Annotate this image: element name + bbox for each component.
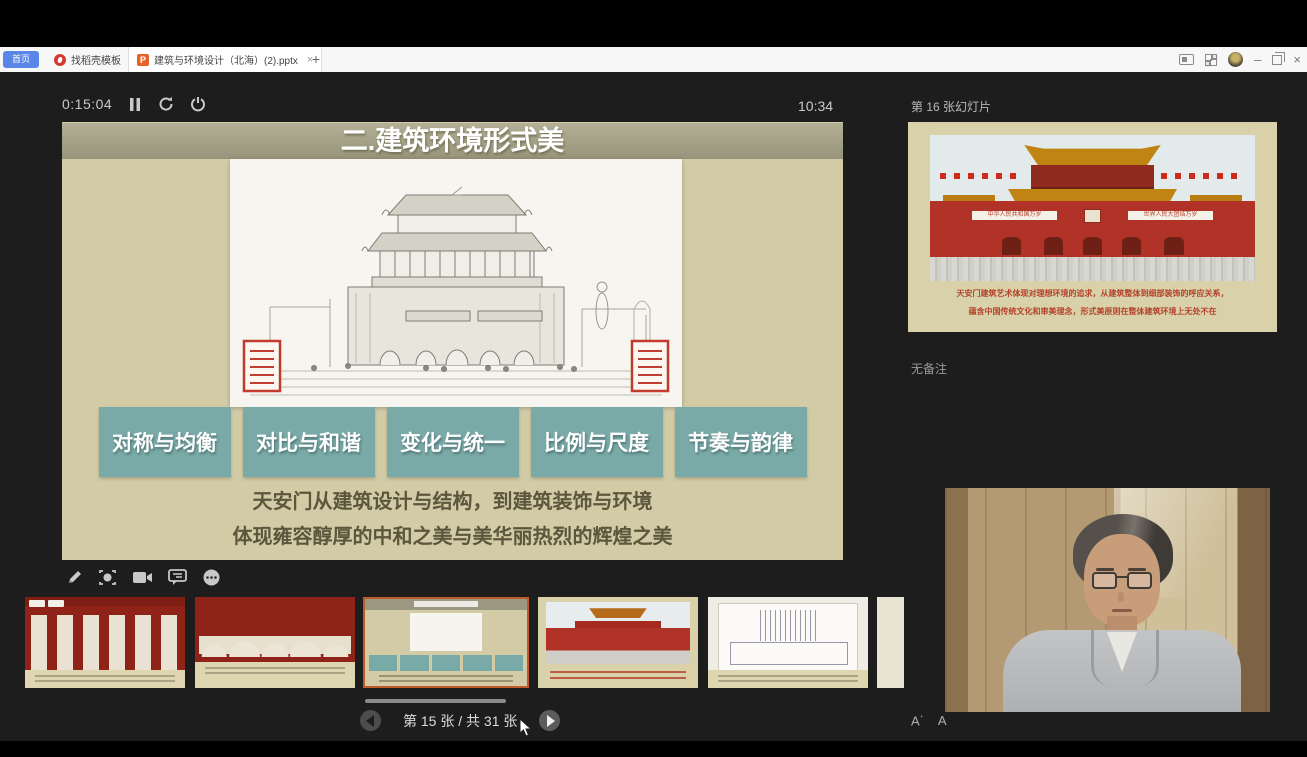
- font-decrease-button[interactable]: A: [938, 713, 947, 728]
- presenter-face: [1084, 534, 1160, 626]
- stone-pillars-photo: [25, 597, 185, 670]
- ppt-file-icon: P: [137, 54, 149, 66]
- wall-clock: 10:34: [798, 98, 833, 114]
- previous-slide-button[interactable]: [360, 710, 381, 731]
- annotation-toolbar: [66, 568, 221, 587]
- keyword-contrast: 对比与和谐: [243, 407, 375, 477]
- keyword-symmetry: 对称与均衡: [99, 407, 231, 477]
- docer-icon: [54, 54, 66, 66]
- thumbnail-slide-15-current[interactable]: [363, 597, 529, 688]
- thumbnail-slide-16[interactable]: [538, 597, 698, 688]
- mini-tiananmen-photo: [546, 602, 690, 664]
- pause-icon[interactable]: [128, 97, 142, 112]
- keyword-rhythm: 节奏与韵律: [675, 407, 807, 477]
- arch: [1044, 237, 1064, 255]
- notes-font-controls: A⁺ A: [911, 713, 947, 728]
- upper-roof: [1024, 145, 1161, 165]
- lower-roof: [1008, 189, 1177, 201]
- preview-caption-line1: 天安门建筑艺术体现对理想环境的追求，从建筑整体到细部装饰的呼应关系，: [908, 288, 1277, 299]
- elapsed-timer: 0:15:04: [62, 96, 112, 112]
- thumbnail-slide-14[interactable]: [195, 597, 355, 688]
- minimize-button[interactable]: –: [1254, 47, 1261, 72]
- crowd-square: [930, 257, 1255, 281]
- banner-right: 世界人民大团结万岁: [1128, 211, 1213, 220]
- notes-placeholder[interactable]: 无备注: [911, 360, 947, 377]
- more-options-icon[interactable]: [202, 568, 221, 587]
- thumbnail-slide-18-partial[interactable]: [877, 597, 904, 688]
- avatar[interactable]: [1228, 52, 1243, 67]
- presenter-jacket: [1003, 630, 1241, 712]
- document-tab[interactable]: P 建筑与环境设计（北海）(2).pptx ×: [128, 47, 322, 72]
- thumbnail-caption: [25, 670, 185, 688]
- red-seal-right: [632, 341, 668, 391]
- browser-tab-bar: 首页 找稻壳模板 P 建筑与环境设计（北海）(2).pptx × + – ×: [0, 47, 1307, 72]
- portrait: [1084, 209, 1100, 223]
- home-tab[interactable]: 首页: [3, 51, 39, 68]
- next-slide-button[interactable]: [539, 710, 560, 731]
- camera-icon[interactable]: [132, 570, 153, 585]
- thumbnail-caption: [708, 670, 868, 688]
- grid-view-icon[interactable]: [1205, 54, 1217, 66]
- preview-caption-line2: 蕴含中国传统文化和审美理念，形式美原则在整体建筑环境上无处不在: [908, 306, 1277, 317]
- flags-right-icon: [1161, 173, 1246, 183]
- close-window-button[interactable]: ×: [1293, 47, 1301, 72]
- restart-timer-icon[interactable]: [158, 96, 174, 112]
- comment-icon[interactable]: [168, 569, 187, 586]
- mini-red-caption: [550, 671, 686, 683]
- docer-tab-label: 找稻壳模板: [71, 52, 121, 67]
- presenter-webcam-video: [945, 488, 1270, 712]
- mini-title-band: [365, 599, 527, 610]
- thumbnail-caption: [195, 662, 355, 688]
- flags-left-icon: [940, 173, 1025, 183]
- laser-pointer-icon[interactable]: [98, 569, 117, 586]
- thumbnail-scrollbar[interactable]: [365, 699, 506, 703]
- docer-template-tab[interactable]: 找稻壳模板: [46, 47, 129, 72]
- presenter-view: 0:15:04 10:34 二.建筑环境形式美: [0, 72, 1307, 741]
- window-controls: – ×: [1179, 47, 1301, 72]
- upper-hall: [1031, 165, 1155, 191]
- next-slide-label: 第 16 张幻灯片: [911, 98, 991, 115]
- mouse-cursor: [519, 718, 532, 737]
- new-tab-button[interactable]: +: [307, 50, 325, 68]
- arch: [1083, 237, 1103, 255]
- current-slide[interactable]: 二.建筑环境形式美: [62, 122, 843, 560]
- glasses: [1092, 572, 1152, 590]
- slide-title: 二.建筑环境形式美: [62, 123, 843, 159]
- screen: 首页 找稻壳模板 P 建筑与环境设计（北海）(2).pptx × + – × 0…: [0, 0, 1307, 757]
- tiananmen-photo: 中华人民共和国万岁 世界人民大团结万岁: [930, 135, 1255, 281]
- page-indicator: 第 15 张 / 共 31 张: [403, 711, 517, 731]
- arch: [1122, 237, 1142, 255]
- mini-caption-lines: [379, 675, 513, 685]
- document-tab-label: 建筑与环境设计（北海）(2).pptx: [154, 52, 298, 67]
- banner-left: 中华人民共和国万岁: [972, 211, 1057, 220]
- restore-button[interactable]: [1272, 55, 1282, 65]
- arch: [1002, 237, 1022, 255]
- font-increase-button[interactable]: A⁺: [911, 713, 924, 728]
- arch: [1164, 237, 1184, 255]
- keyword-button-row: 对称与均衡 对比与和谐 变化与统一 比例与尺度 节奏与韵律: [62, 407, 843, 477]
- end-show-power-icon[interactable]: [190, 96, 206, 112]
- mini-keyword-row: [369, 655, 523, 671]
- next-slide-preview: 中华人民共和国万岁 世界人民大团结万岁 天安门建筑艺术体现对理想环境的追求，从建…: [908, 122, 1277, 332]
- thumbnail-slide-13[interactable]: [25, 597, 185, 688]
- slide-caption-line2: 体现雍容醇厚的中和之美与美华丽热烈的辉煌之美: [62, 520, 843, 549]
- red-seal-left: [244, 341, 280, 391]
- slide-title-band: 二.建筑环境形式美: [62, 123, 843, 159]
- mini-elevation-drawing: [718, 603, 858, 674]
- pen-icon[interactable]: [66, 569, 83, 586]
- tiananmen-engraving: [230, 159, 682, 407]
- keyword-variety: 变化与统一: [387, 407, 519, 477]
- stone-domes-photo: [195, 597, 355, 662]
- mini-engraving: [410, 613, 481, 651]
- slide-caption-line1: 天安门从建筑设计与结构，到建筑装饰与环境: [62, 485, 843, 514]
- single-view-icon[interactable]: [1179, 54, 1194, 65]
- thumbnail-slide-17[interactable]: [708, 597, 868, 688]
- keyword-proportion: 比例与尺度: [531, 407, 663, 477]
